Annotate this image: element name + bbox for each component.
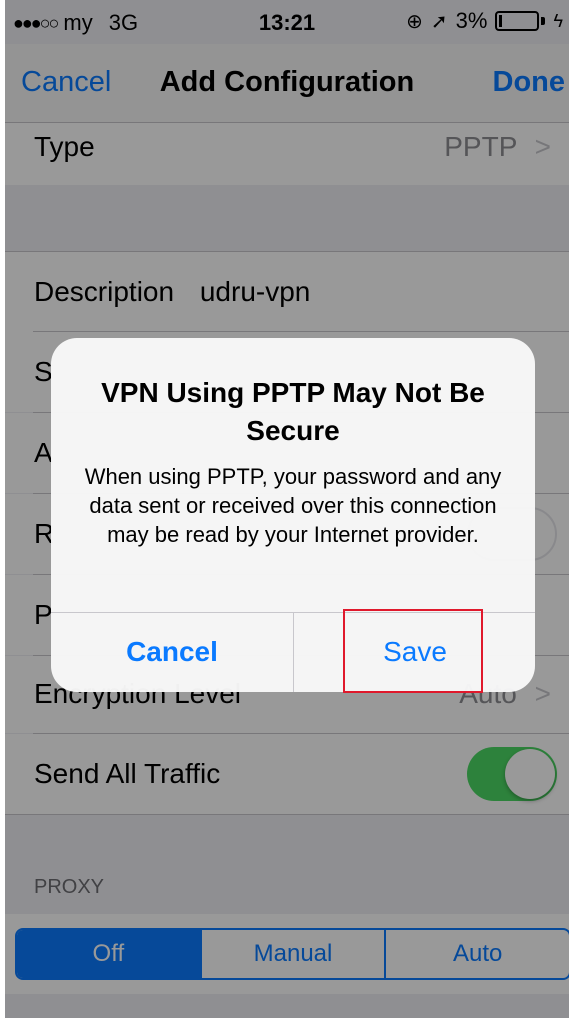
screen: ●●●○○ my 3G 13:21 ⊕ ➚ 3% ϟ Cancel Add Co… — [5, 0, 569, 1018]
alert-message: When using PPTP, your password and any d… — [84, 464, 502, 547]
alert-cancel-button[interactable]: Cancel — [51, 612, 293, 692]
save-highlight-box — [343, 609, 483, 693]
alert-title: VPN Using PPTP May Not Be Secure — [101, 377, 485, 446]
